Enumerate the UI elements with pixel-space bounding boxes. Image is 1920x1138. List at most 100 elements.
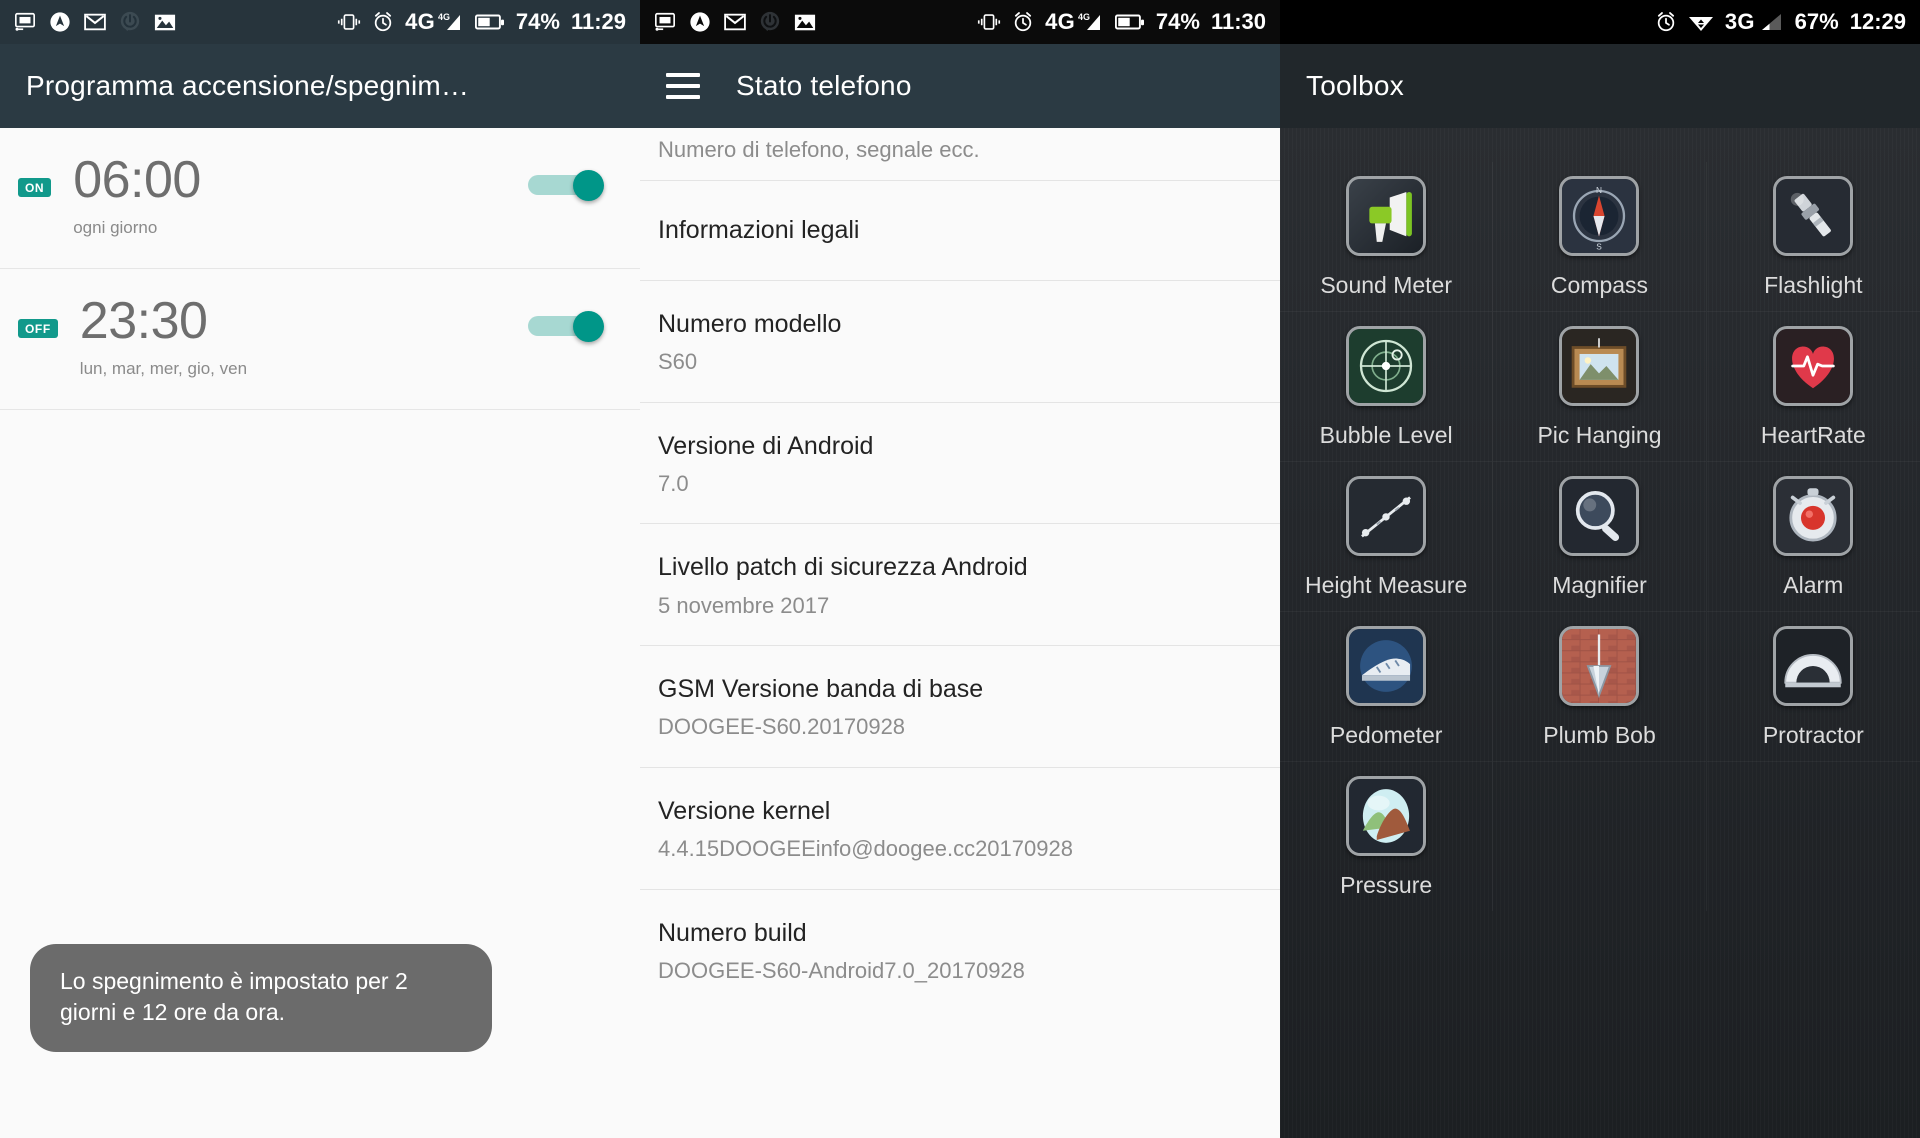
list-item-subtitle: 5 novembre 2017 xyxy=(658,592,830,618)
list-item[interactable]: Informazioni legali xyxy=(640,179,1280,280)
status-bar-left-icons xyxy=(14,11,176,33)
app-label: Flashlight xyxy=(1764,272,1863,298)
app-tile-heartrate[interactable]: HeartRate xyxy=(1706,312,1920,462)
app-bar-panel2: Stato telefono xyxy=(640,44,1280,128)
app-grid-empty-cell xyxy=(1707,762,1920,911)
alarm-icon xyxy=(1655,11,1677,33)
screencast-icon xyxy=(14,11,36,33)
power-off-icon xyxy=(119,11,141,33)
list-item-title: Numero build xyxy=(658,918,807,947)
page-title: Programma accensione/spegnim… xyxy=(26,70,470,101)
list-item-title: Numero modello xyxy=(658,309,842,338)
gmail-icon xyxy=(84,12,106,32)
app-label: Sound Meter xyxy=(1320,272,1453,298)
app-tile-height-measure[interactable]: Height Measure xyxy=(1280,462,1494,612)
toggle-knob xyxy=(573,170,604,201)
app-label: Pressure xyxy=(1340,872,1433,898)
vibrate-icon xyxy=(977,12,1001,32)
app-tile-pressure[interactable]: Pressure xyxy=(1280,762,1494,911)
app-tile-flashlight[interactable]: Flashlight xyxy=(1706,162,1920,312)
app-tile-magnifier[interactable]: Magnifier xyxy=(1493,462,1707,612)
app-tile-sound-meter[interactable]: Sound Meter xyxy=(1280,162,1494,312)
alarm-row[interactable]: ON 06:00 ogni giorno xyxy=(0,128,640,269)
status-clock: 12:29 xyxy=(1849,9,1906,34)
list-item[interactable]: Numero build DOOGEE-S60-Android7.0_20170… xyxy=(640,888,1280,1011)
list-item[interactable]: Numero di telefono, segnale ecc. xyxy=(640,136,1280,180)
vibrate-icon xyxy=(337,12,361,32)
list-item[interactable]: Versione kernel 4.4.15DOOGEEinfo@doogee.… xyxy=(640,766,1280,889)
alarm-list: ON 06:00 ogni giorno OFF 23:30 lun, mar,… xyxy=(0,128,640,1138)
gmail-icon xyxy=(724,12,746,32)
list-item[interactable]: Numero modello S60 xyxy=(640,279,1280,402)
network-signal-icon: 4G xyxy=(438,11,464,33)
app-label: Alarm xyxy=(1783,572,1844,598)
navigation-icon xyxy=(689,11,711,33)
status-badge: ON xyxy=(18,178,52,197)
alarm-repeat-days: lun, mar, mer, gio, ven xyxy=(79,359,248,378)
app-bar-panel3: Toolbox xyxy=(1280,44,1920,128)
power-off-icon xyxy=(759,11,781,33)
panel-schedule-power: 4G 4G 74% 11:29 Programma accensione/spe… xyxy=(0,0,640,1138)
alarm-bell-icon xyxy=(1773,476,1854,556)
battery-icon xyxy=(1114,14,1145,31)
app-tile-pic-hanging[interactable]: Pic Hanging xyxy=(1493,312,1707,462)
alarm-toggle[interactable] xyxy=(528,311,604,342)
app-tile-protractor[interactable]: Protractor xyxy=(1706,612,1920,762)
app-grid-empty-cell xyxy=(1493,762,1707,911)
network-type-label: 4G xyxy=(1045,9,1075,34)
app-label: Magnifier xyxy=(1552,572,1647,598)
flashlight-icon xyxy=(1773,176,1854,256)
battery-percent: 74% xyxy=(515,9,560,34)
app-tile-bubble-level[interactable]: Bubble Level xyxy=(1280,312,1494,462)
list-item-subtitle: 7.0 xyxy=(658,470,689,496)
alarm-row[interactable]: OFF 23:30 lun, mar, mer, gio, ven xyxy=(0,269,640,410)
status-bar-panel1: 4G 4G 74% 11:29 xyxy=(0,0,640,44)
battery-icon xyxy=(474,14,505,31)
navigation-icon xyxy=(49,11,71,33)
app-tile-plumb-bob[interactable]: Plumb Bob xyxy=(1493,612,1707,762)
list-item-title: Informazioni legali xyxy=(658,215,860,244)
list-item-title: Versione kernel xyxy=(658,796,831,825)
app-tile-compass[interactable]: NS Compass xyxy=(1493,162,1707,312)
settings-list: Numero di telefono, segnale ecc. Informa… xyxy=(640,128,1280,1138)
page-title: Stato telefono xyxy=(736,70,912,101)
compass-icon: NS xyxy=(1559,176,1640,256)
app-label: Protractor xyxy=(1762,722,1864,748)
list-item-subtitle: DOOGEE-S60.20170928 xyxy=(658,714,906,740)
app-tile-alarm[interactable]: Alarm xyxy=(1706,462,1920,612)
photos-icon xyxy=(794,13,816,32)
app-label: Compass xyxy=(1550,272,1649,298)
app-tile-pedometer[interactable]: Pedometer xyxy=(1280,612,1494,762)
network-signal-icon: 4G xyxy=(1078,11,1104,33)
page-title: Toolbox xyxy=(1306,70,1404,101)
app-bar-panel1: Programma accensione/spegnim… xyxy=(0,44,640,128)
bubble-level-icon xyxy=(1346,326,1427,406)
network-type-label: 4G xyxy=(405,9,435,34)
status-bar-right-icons: 3G 67% 12:29 xyxy=(1655,9,1906,35)
svg-text:N: N xyxy=(1596,185,1602,195)
megaphone-icon xyxy=(1346,176,1427,256)
list-item-subtitle: Numero di telefono, segnale ecc. xyxy=(658,137,980,162)
magnifier-icon xyxy=(1559,476,1640,556)
mountain-gauge-icon xyxy=(1346,776,1427,856)
picture-frame-icon xyxy=(1559,326,1640,406)
app-grid: Sound Meter NS Compass Flashlight Bubble… xyxy=(1280,162,1920,911)
list-item[interactable]: Livello patch di sicurezza Android 5 nov… xyxy=(640,523,1280,645)
three-phone-screenshots: 4G 4G 74% 11:29 Programma accensione/spe… xyxy=(0,0,1920,1138)
plumb-bob-icon xyxy=(1559,626,1640,706)
alarm-toggle[interactable] xyxy=(528,170,604,201)
list-item-title: Livello patch di sicurezza Android xyxy=(658,553,1028,582)
list-item-title: GSM Versione banda di base xyxy=(658,675,984,703)
hamburger-menu-icon[interactable] xyxy=(666,73,700,99)
wifi-icon xyxy=(1688,12,1714,32)
protractor-icon xyxy=(1773,626,1854,706)
screencast-icon xyxy=(654,11,676,33)
panel-toolbox: 3G 67% 12:29 Toolbox Sound Meter NS Comp… xyxy=(1280,0,1920,1138)
toolbox-grid-container: Sound Meter NS Compass Flashlight Bubble… xyxy=(1280,128,1920,1138)
list-item[interactable]: GSM Versione banda di base DOOGEE-S60.20… xyxy=(640,645,1280,767)
svg-text:S: S xyxy=(1597,241,1603,251)
list-item[interactable]: Versione di Android 7.0 xyxy=(640,401,1280,524)
network-type-label: 3G xyxy=(1724,9,1755,34)
battery-percent: 67% xyxy=(1794,9,1839,34)
status-badge: OFF xyxy=(18,319,58,338)
